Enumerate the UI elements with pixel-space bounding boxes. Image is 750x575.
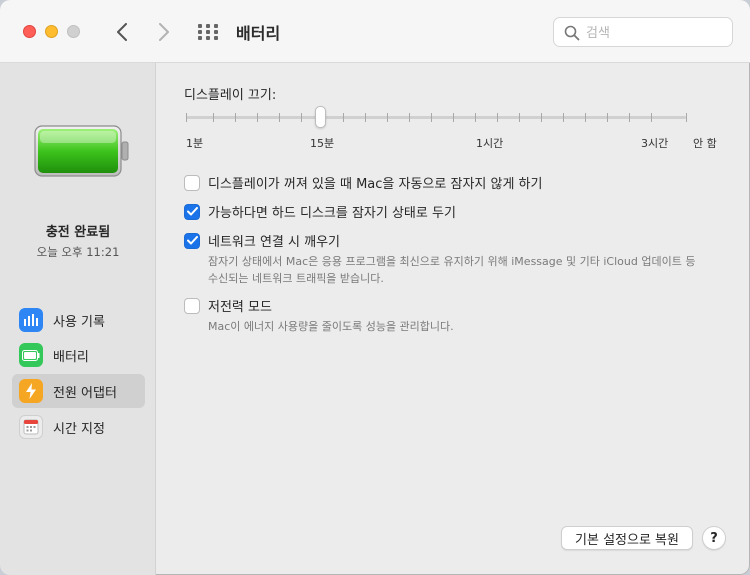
sidebar-item-label: 시간 지정: [53, 421, 105, 437]
option-prevent-sleep[interactable]: 디스플레이가 꺼져 있을 때 Mac을 자동으로 잠자지 않게 하기: [184, 173, 542, 192]
slider-tick: [607, 113, 608, 122]
low-power-description: Mac이 에너지 사용량을 줄이도록 성능을 관리합니다.: [208, 318, 454, 335]
slider-tick: [686, 113, 687, 122]
tick-label-3hours: 3시간: [641, 137, 669, 150]
option-label: 저전력 모드: [208, 300, 272, 315]
system-preferences-window: 배터리 충전 완료됨 오늘 오후 11:21: [0, 0, 750, 575]
description-line: Mac이 에너지 사용량을 줄이도록 성능을 관리합니다.: [208, 320, 454, 333]
display-off-slider-thumb[interactable]: [315, 106, 326, 128]
wake-network-description: 잠자기 상태에서 Mac은 응용 프로그램을 최신으로 유지하기 위해 iMes…: [208, 253, 695, 287]
tick-label-never: 안 함: [693, 137, 717, 150]
slider-tick: [186, 113, 187, 122]
slider-tick: [475, 113, 476, 122]
tick-label-15min: 15분: [310, 137, 335, 150]
slider-tick: [343, 113, 344, 122]
slider-tick: [235, 113, 236, 122]
grid-icon: [198, 24, 218, 40]
sidebar: 충전 완료됨 오늘 오후 11:21 사용 기록 배터리 전원 어댑터 시간 지…: [0, 63, 156, 575]
slider-tick: [541, 113, 542, 122]
tick-label-1min: 1분: [186, 137, 204, 150]
titlebar: 배터리: [0, 0, 750, 63]
minimize-window-button[interactable]: [45, 25, 58, 38]
display-off-slider-track[interactable]: [186, 116, 686, 119]
slider-tick: [257, 113, 258, 122]
slider-tick: [409, 113, 410, 122]
close-window-button[interactable]: [23, 25, 36, 38]
sidebar-item-power-adapter[interactable]: 전원 어댑터: [12, 374, 145, 408]
battery-icon: [19, 343, 43, 367]
low-power-checkbox[interactable]: [184, 297, 200, 314]
sidebar-item-schedule[interactable]: 시간 지정: [12, 410, 145, 444]
search-field[interactable]: [553, 17, 733, 47]
zoom-window-button[interactable]: [67, 25, 80, 38]
slider-tick: [431, 113, 432, 122]
sidebar-item-label: 배터리: [53, 349, 89, 365]
restore-defaults-button[interactable]: 기본 설정으로 복원: [561, 526, 693, 550]
slider-tick: [387, 113, 388, 122]
calendar-icon: [19, 415, 43, 439]
slider-tick: [301, 113, 302, 122]
forward-button[interactable]: [152, 19, 176, 45]
description-line: 잠자기 상태에서 Mac은 응용 프로그램을 최신으로 유지하기 위해 iMes…: [208, 255, 696, 268]
bolt-icon: [19, 379, 43, 403]
slider-tick: [519, 113, 520, 122]
search-icon: [564, 25, 580, 41]
search-input[interactable]: [586, 23, 726, 43]
charge-status: 충전 완료됨: [45, 225, 111, 240]
power-adapter-pane: 디스플레이 끄기: 1분 15분 1시간 3시간 안 함 디스플레이가 꺼져 있…: [157, 63, 750, 575]
slider-tick: [629, 113, 630, 122]
slider-tick: [651, 113, 652, 122]
help-button[interactable]: ?: [702, 526, 726, 550]
sidebar-item-label: 전원 어댑터: [53, 385, 117, 401]
sidebar-item-label: 사용 기록: [53, 314, 105, 330]
slider-tick: [497, 113, 498, 122]
chevron-left-icon: [117, 23, 127, 41]
option-label: 네트워크 연결 시 깨우기: [208, 235, 340, 250]
option-wake-network[interactable]: 네트워크 연결 시 깨우기: [184, 231, 340, 250]
slider-tick: [585, 113, 586, 122]
slider-tick: [453, 113, 454, 122]
show-all-button[interactable]: [196, 22, 220, 42]
chevron-right-icon: [159, 23, 169, 41]
prevent-sleep-checkbox[interactable]: [184, 174, 200, 191]
disk-sleep-checkbox[interactable]: [184, 203, 200, 220]
option-disk-sleep[interactable]: 가능하다면 하드 디스크를 잠자기 상태로 두기: [184, 202, 456, 221]
back-button[interactable]: [110, 19, 134, 45]
tick-label-1hour: 1시간: [476, 137, 504, 150]
window-title: 배터리: [236, 24, 281, 43]
checkmark-icon: [186, 207, 198, 216]
slider-tick: [279, 113, 280, 122]
slider-tick: [563, 113, 564, 122]
slider-tick: [213, 113, 214, 122]
slider-tick: [365, 113, 366, 122]
checkmark-icon: [186, 236, 198, 245]
option-label: 디스플레이가 꺼져 있을 때 Mac을 자동으로 잠자지 않게 하기: [208, 177, 543, 192]
option-low-power-mode[interactable]: 저전력 모드: [184, 296, 272, 315]
sidebar-item-usage-history[interactable]: 사용 기록: [12, 303, 145, 337]
charge-time: 오늘 오후 11:21: [36, 245, 120, 259]
usage-chart-icon: [19, 308, 43, 332]
description-line: 수신되는 네트워크 트래픽을 받습니다.: [208, 272, 384, 285]
display-off-label: 디스플레이 끄기:: [184, 88, 277, 103]
wake-network-checkbox[interactable]: [184, 232, 200, 249]
battery-full-icon: [34, 125, 129, 177]
sidebar-item-battery[interactable]: 배터리: [12, 338, 145, 372]
option-label: 가능하다면 하드 디스크를 잠자기 상태로 두기: [208, 206, 456, 221]
